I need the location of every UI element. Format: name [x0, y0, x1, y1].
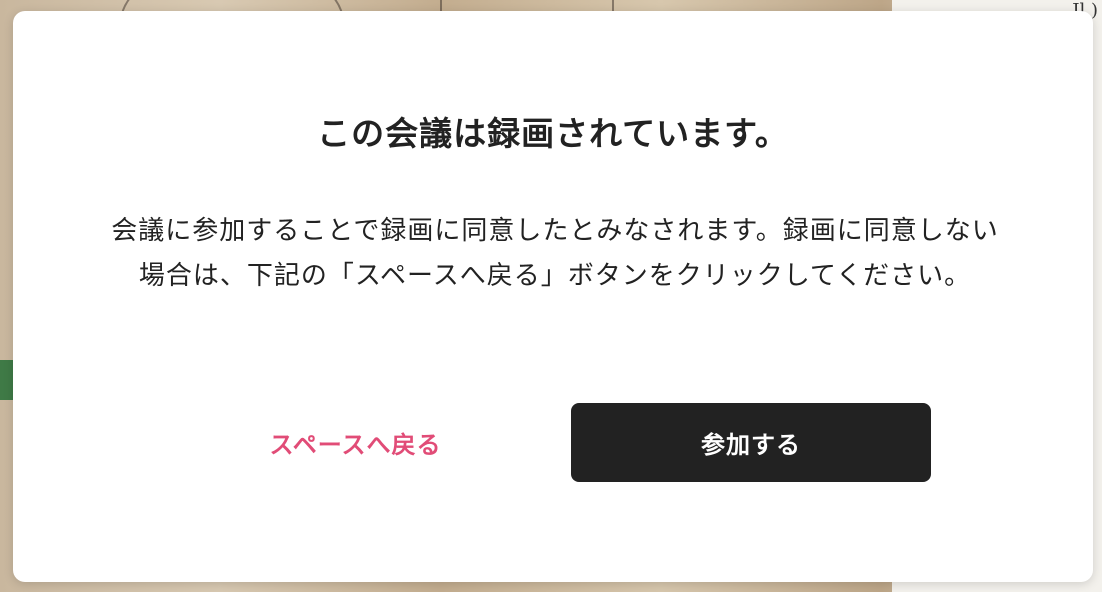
back-to-space-button[interactable]: スペースへ戻る	[213, 403, 498, 482]
modal-message: 会議に参加することで録画に同意したとみなされます。録画に同意しない場合は、下記の…	[111, 216, 999, 291]
join-button[interactable]: 参加する	[571, 403, 931, 482]
recording-notice-modal: この会議は録画されています。 会議に参加することで録画に同意したとみなされます。…	[13, 11, 1093, 582]
modal-title: この会議は録画されています。	[317, 114, 789, 153]
